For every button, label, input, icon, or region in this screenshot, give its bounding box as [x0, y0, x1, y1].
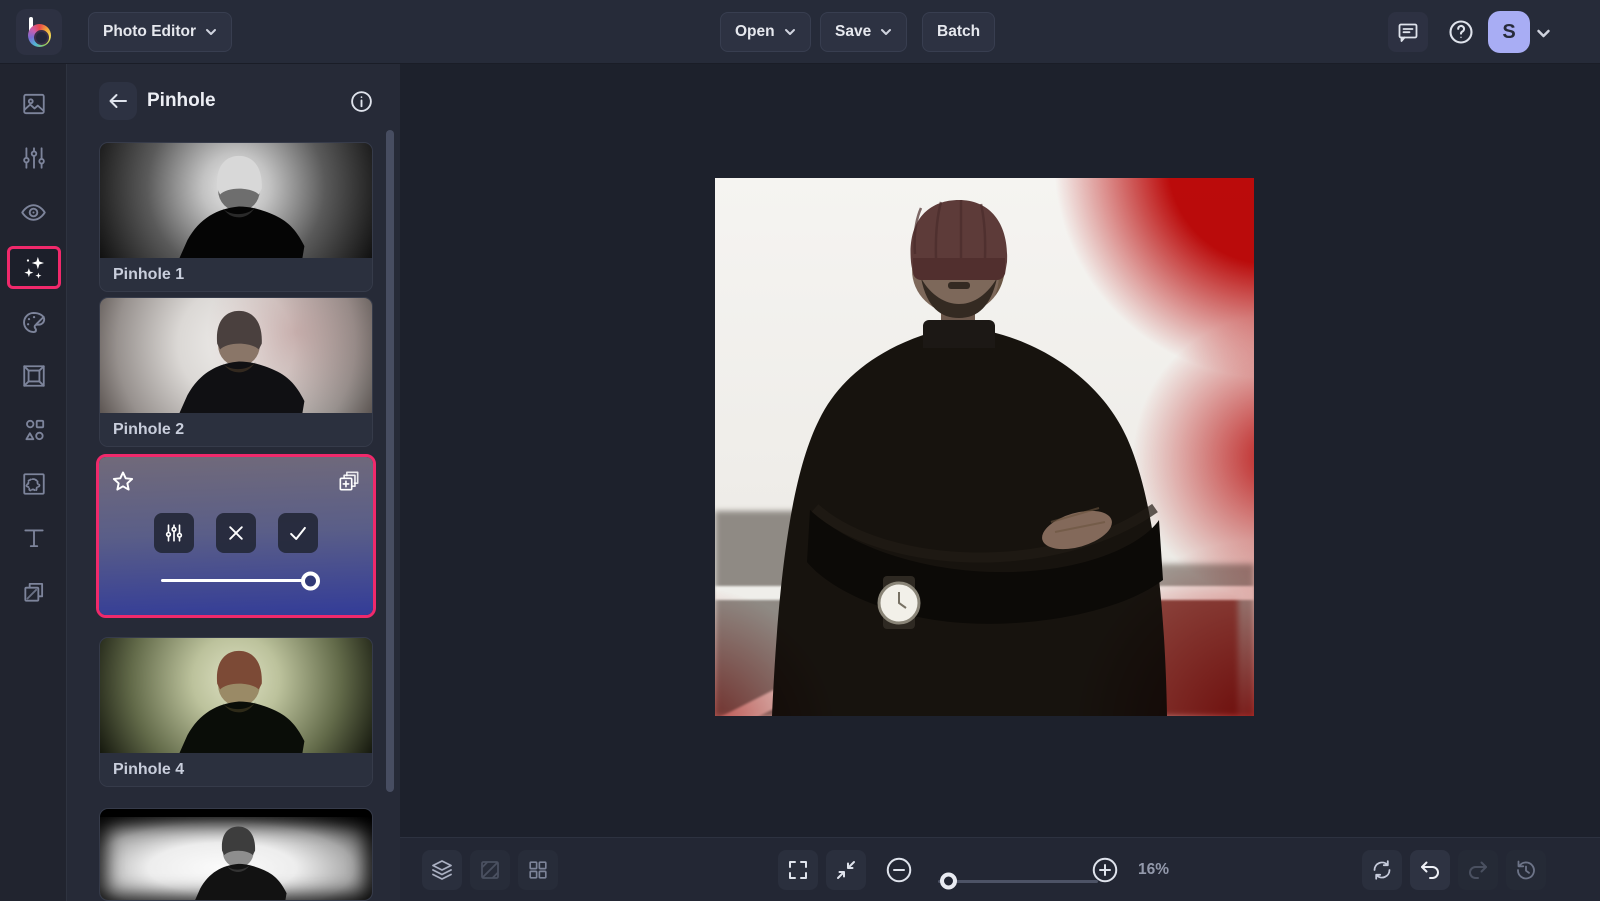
sidebar-item-artsy[interactable] [0, 300, 67, 344]
app-menu-button[interactable]: Photo Editor [88, 12, 232, 52]
undo-icon [1418, 858, 1442, 882]
effect-label: Pinhole 2 [100, 413, 372, 446]
panel-scrollbar[interactable] [386, 130, 394, 792]
avatar-initial: S [1502, 20, 1516, 43]
edited-photo[interactable] [715, 178, 1254, 716]
effect-amount-slider[interactable] [161, 571, 320, 590]
layers-icon [430, 858, 454, 882]
layers-button[interactable] [422, 850, 462, 890]
zoom-slider-knob[interactable] [940, 872, 957, 890]
back-button[interactable] [99, 82, 137, 120]
effect-amount-slider-knob[interactable] [301, 571, 320, 590]
top-bar: Photo Editor Open Save Batch S [0, 0, 1600, 64]
batch-button[interactable]: Batch [922, 12, 996, 52]
zoom-slider[interactable] [938, 872, 1098, 890]
eye-icon [20, 199, 47, 226]
info-icon [349, 89, 374, 114]
sidebar-item-edit[interactable] [0, 136, 67, 180]
redo-icon [1466, 858, 1490, 882]
effect-card-selected[interactable] [96, 454, 376, 618]
zoom-in-button[interactable] [1088, 853, 1122, 887]
reset-icon [1370, 858, 1394, 882]
open-button[interactable]: Open [720, 12, 811, 52]
feedback-button[interactable] [1388, 12, 1428, 52]
effect-card-pinhole-2[interactable]: Pinhole 2 [99, 297, 373, 447]
chevron-down-icon [206, 29, 216, 35]
compare-icon [478, 858, 502, 882]
layers-copy-icon [21, 579, 47, 605]
chevron-down-icon [784, 29, 795, 35]
sidebar-item-graphics[interactable] [0, 408, 67, 452]
effect-card-pinhole-1[interactable]: Pinhole 1 [99, 142, 373, 292]
panel-title: Pinhole [147, 90, 216, 111]
grid-view-button[interactable] [518, 850, 558, 890]
history-button[interactable] [1506, 850, 1546, 890]
sidebar-item-frames[interactable] [0, 354, 67, 398]
cancel-effect-button[interactable] [216, 513, 256, 553]
redo-button[interactable] [1458, 850, 1498, 890]
text-icon [21, 525, 47, 551]
fit-screen-button[interactable] [826, 850, 866, 890]
befunky-logo-icon [25, 17, 53, 47]
grid-icon [527, 859, 549, 881]
help-icon [1447, 18, 1475, 46]
effect-thumbnail [100, 143, 372, 258]
effect-label: Pinhole 4 [100, 753, 372, 786]
effects-panel: Pinhole Pinhole 1 Pinhole 2 Pinhole 4 [67, 64, 400, 901]
sidebar-item-text[interactable] [0, 516, 67, 560]
effect-card-pinhole-5[interactable] [99, 808, 373, 901]
adjust-sliders-icon [21, 145, 47, 171]
shapes-icon [21, 417, 47, 443]
zoom-level: 16% [1138, 861, 1170, 878]
effect-label: Pinhole 1 [100, 258, 372, 291]
sidebar-item-effects[interactable] [7, 246, 61, 289]
pinhole-red-vignette [715, 178, 1254, 716]
account-chevron-icon[interactable] [1536, 26, 1551, 41]
favorite-star-icon[interactable] [110, 469, 136, 495]
undo-button[interactable] [1410, 850, 1450, 890]
history-icon [1514, 858, 1538, 882]
sidebar-item-overlays[interactable] [0, 462, 67, 506]
zoom-out-button[interactable] [882, 853, 916, 887]
befunky-logo[interactable] [16, 9, 62, 55]
zoom-in-icon [1090, 855, 1120, 885]
sidebar-item-layers[interactable] [0, 570, 67, 614]
compare-button[interactable] [470, 850, 510, 890]
frame-icon [21, 363, 47, 389]
feedback-icon [1396, 20, 1420, 44]
texture-icon [21, 471, 47, 497]
save-button[interactable]: Save [820, 12, 908, 52]
fullscreen-icon [786, 858, 810, 882]
effect-settings-button[interactable] [154, 513, 194, 553]
user-avatar[interactable]: S [1488, 11, 1530, 53]
sparkles-icon [21, 254, 48, 281]
canvas-area[interactable] [400, 64, 1600, 837]
help-button[interactable] [1442, 13, 1480, 51]
sidebar-item-touchup[interactable] [0, 190, 67, 234]
palette-icon [20, 309, 47, 336]
back-arrow-icon [106, 89, 130, 113]
bottom-toolbar: 16% [400, 837, 1600, 901]
zoom-out-icon [884, 855, 914, 885]
duplicate-icon[interactable] [336, 468, 362, 494]
apply-effect-button[interactable] [278, 513, 318, 553]
fullscreen-button[interactable] [778, 850, 818, 890]
reset-button[interactable] [1362, 850, 1402, 890]
chevron-down-icon [881, 29, 892, 35]
tool-sidebar [0, 64, 67, 901]
effect-thumbnail [100, 298, 372, 413]
app-menu-label: Photo Editor [103, 23, 196, 40]
info-button[interactable] [348, 88, 374, 114]
photo-icon [21, 91, 47, 117]
effect-thumbnail [100, 809, 372, 900]
sidebar-item-photo[interactable] [0, 82, 67, 126]
fit-screen-icon [834, 858, 858, 882]
effect-thumbnail [100, 638, 372, 753]
effect-card-pinhole-4[interactable]: Pinhole 4 [99, 637, 373, 787]
